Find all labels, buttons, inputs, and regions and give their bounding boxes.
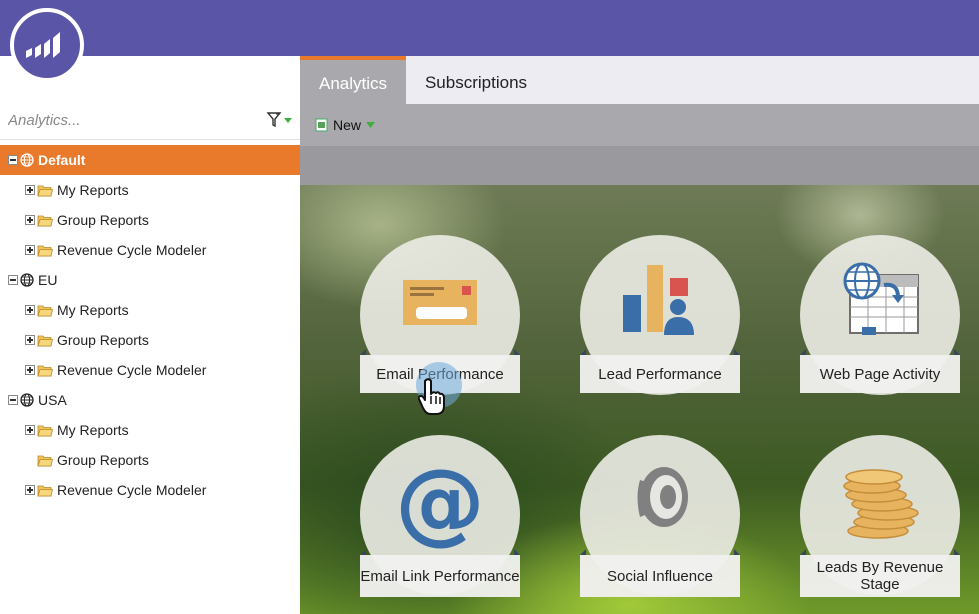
tree-label: My Reports — [57, 182, 129, 198]
tile-label: Social Influence — [580, 555, 740, 597]
tree-folder[interactable]: My Reports — [0, 295, 300, 325]
tree-folder[interactable]: Group Reports — [0, 205, 300, 235]
globe-icon — [20, 273, 34, 287]
tile-label: Email Link Performance — [360, 555, 520, 597]
tree-label: Group Reports — [57, 452, 149, 468]
top-bar — [0, 0, 979, 56]
tree-label: Group Reports — [57, 212, 149, 228]
collapse-toggle[interactable] — [8, 275, 18, 285]
folder-icon — [37, 455, 53, 466]
search-input[interactable] — [8, 108, 248, 132]
tab-bar: Analytics Subscriptions — [300, 56, 979, 104]
expand-toggle[interactable] — [25, 335, 35, 345]
expand-toggle[interactable] — [25, 185, 35, 195]
filter-icon[interactable] — [266, 110, 294, 130]
tree-folder[interactable]: Revenue Cycle Modeler — [0, 355, 300, 385]
expand-toggle[interactable] — [25, 485, 35, 495]
svg-text:@: @ — [395, 450, 485, 555]
globe-icon — [20, 393, 34, 407]
tree-label: Revenue Cycle Modeler — [57, 242, 207, 258]
sidebar: Default My Reports Group Reports Revenue Cy… — [0, 56, 300, 614]
tree-folder[interactable]: Group Reports — [0, 445, 300, 475]
workspace-tree: Default My Reports Group Reports Revenue Cy… — [0, 145, 300, 505]
hand-cursor-icon — [418, 378, 445, 415]
tree-workspace[interactable]: EU — [0, 265, 300, 295]
tab-analytics[interactable]: Analytics — [300, 56, 406, 104]
globe-icon — [20, 153, 34, 167]
tree-folder[interactable]: My Reports — [0, 175, 300, 205]
new-button-label: New — [333, 117, 362, 133]
tree-folder[interactable]: Revenue Cycle Modeler — [0, 475, 300, 505]
envelope-icon — [403, 280, 477, 325]
new-button[interactable]: New — [315, 116, 376, 134]
tree-label: Group Reports — [57, 332, 149, 348]
collapse-toggle[interactable] — [8, 155, 18, 165]
toolbar: New — [300, 104, 979, 146]
tree-label: Default — [38, 152, 86, 168]
coin-stack-icon — [843, 469, 919, 539]
at-sign-icon: @ — [395, 450, 485, 555]
expand-toggle[interactable] — [25, 365, 35, 375]
tree-folder[interactable]: Revenue Cycle Modeler — [0, 235, 300, 265]
folder-icon — [37, 425, 53, 436]
tile-email-link-performance[interactable]: @ Email Link Performance — [360, 435, 520, 597]
marketo-logo[interactable] — [10, 8, 84, 82]
toolbar-strip — [300, 146, 979, 185]
folder-icon — [37, 335, 53, 346]
new-document-icon — [315, 118, 328, 132]
folder-icon — [37, 365, 53, 376]
folder-icon — [37, 245, 53, 256]
expand-toggle[interactable] — [25, 425, 35, 435]
tree-label: My Reports — [57, 302, 129, 318]
tree-label: My Reports — [57, 422, 129, 438]
expand-toggle[interactable] — [25, 305, 35, 315]
folder-icon — [37, 215, 53, 226]
folder-icon — [37, 305, 53, 316]
bar-chart-person-icon — [623, 265, 694, 335]
tile-lead-performance[interactable]: Lead Performance — [580, 235, 740, 395]
expand-toggle[interactable] — [25, 215, 35, 225]
tab-subscriptions[interactable]: Subscriptions — [406, 56, 546, 104]
tree-workspace[interactable]: Default — [0, 145, 300, 175]
tree-workspace[interactable]: USA — [0, 385, 300, 415]
tile-label: Lead Performance — [580, 355, 740, 393]
tile-leads-by-revenue-stage[interactable]: Leads By Revenue Stage — [800, 435, 960, 597]
folder-icon — [37, 485, 53, 496]
speaker-icon — [637, 467, 688, 527]
tile-label: Web Page Activity — [800, 355, 960, 393]
chevron-down-icon — [366, 121, 376, 128]
marketo-bars-icon — [26, 32, 60, 58]
tree-label: Revenue Cycle Modeler — [57, 362, 207, 378]
analytics-home-canvas: Email Performance Lead Performance Web P… — [300, 185, 979, 614]
tile-web-page-activity[interactable]: Web Page Activity — [800, 235, 960, 395]
folder-icon — [37, 185, 53, 196]
collapse-toggle[interactable] — [8, 395, 18, 405]
expand-toggle[interactable] — [25, 245, 35, 255]
tree-label: Revenue Cycle Modeler — [57, 482, 207, 498]
globe-web-page-icon — [843, 262, 919, 335]
tree-label: USA — [38, 392, 67, 408]
tree-folder[interactable]: Group Reports — [0, 325, 300, 355]
tree-label: EU — [38, 272, 58, 288]
tree-folder[interactable]: My Reports — [0, 415, 300, 445]
tile-label: Leads By Revenue Stage — [800, 555, 960, 597]
search-row — [0, 100, 300, 140]
tile-social-influence[interactable]: Social Influence — [580, 435, 740, 597]
